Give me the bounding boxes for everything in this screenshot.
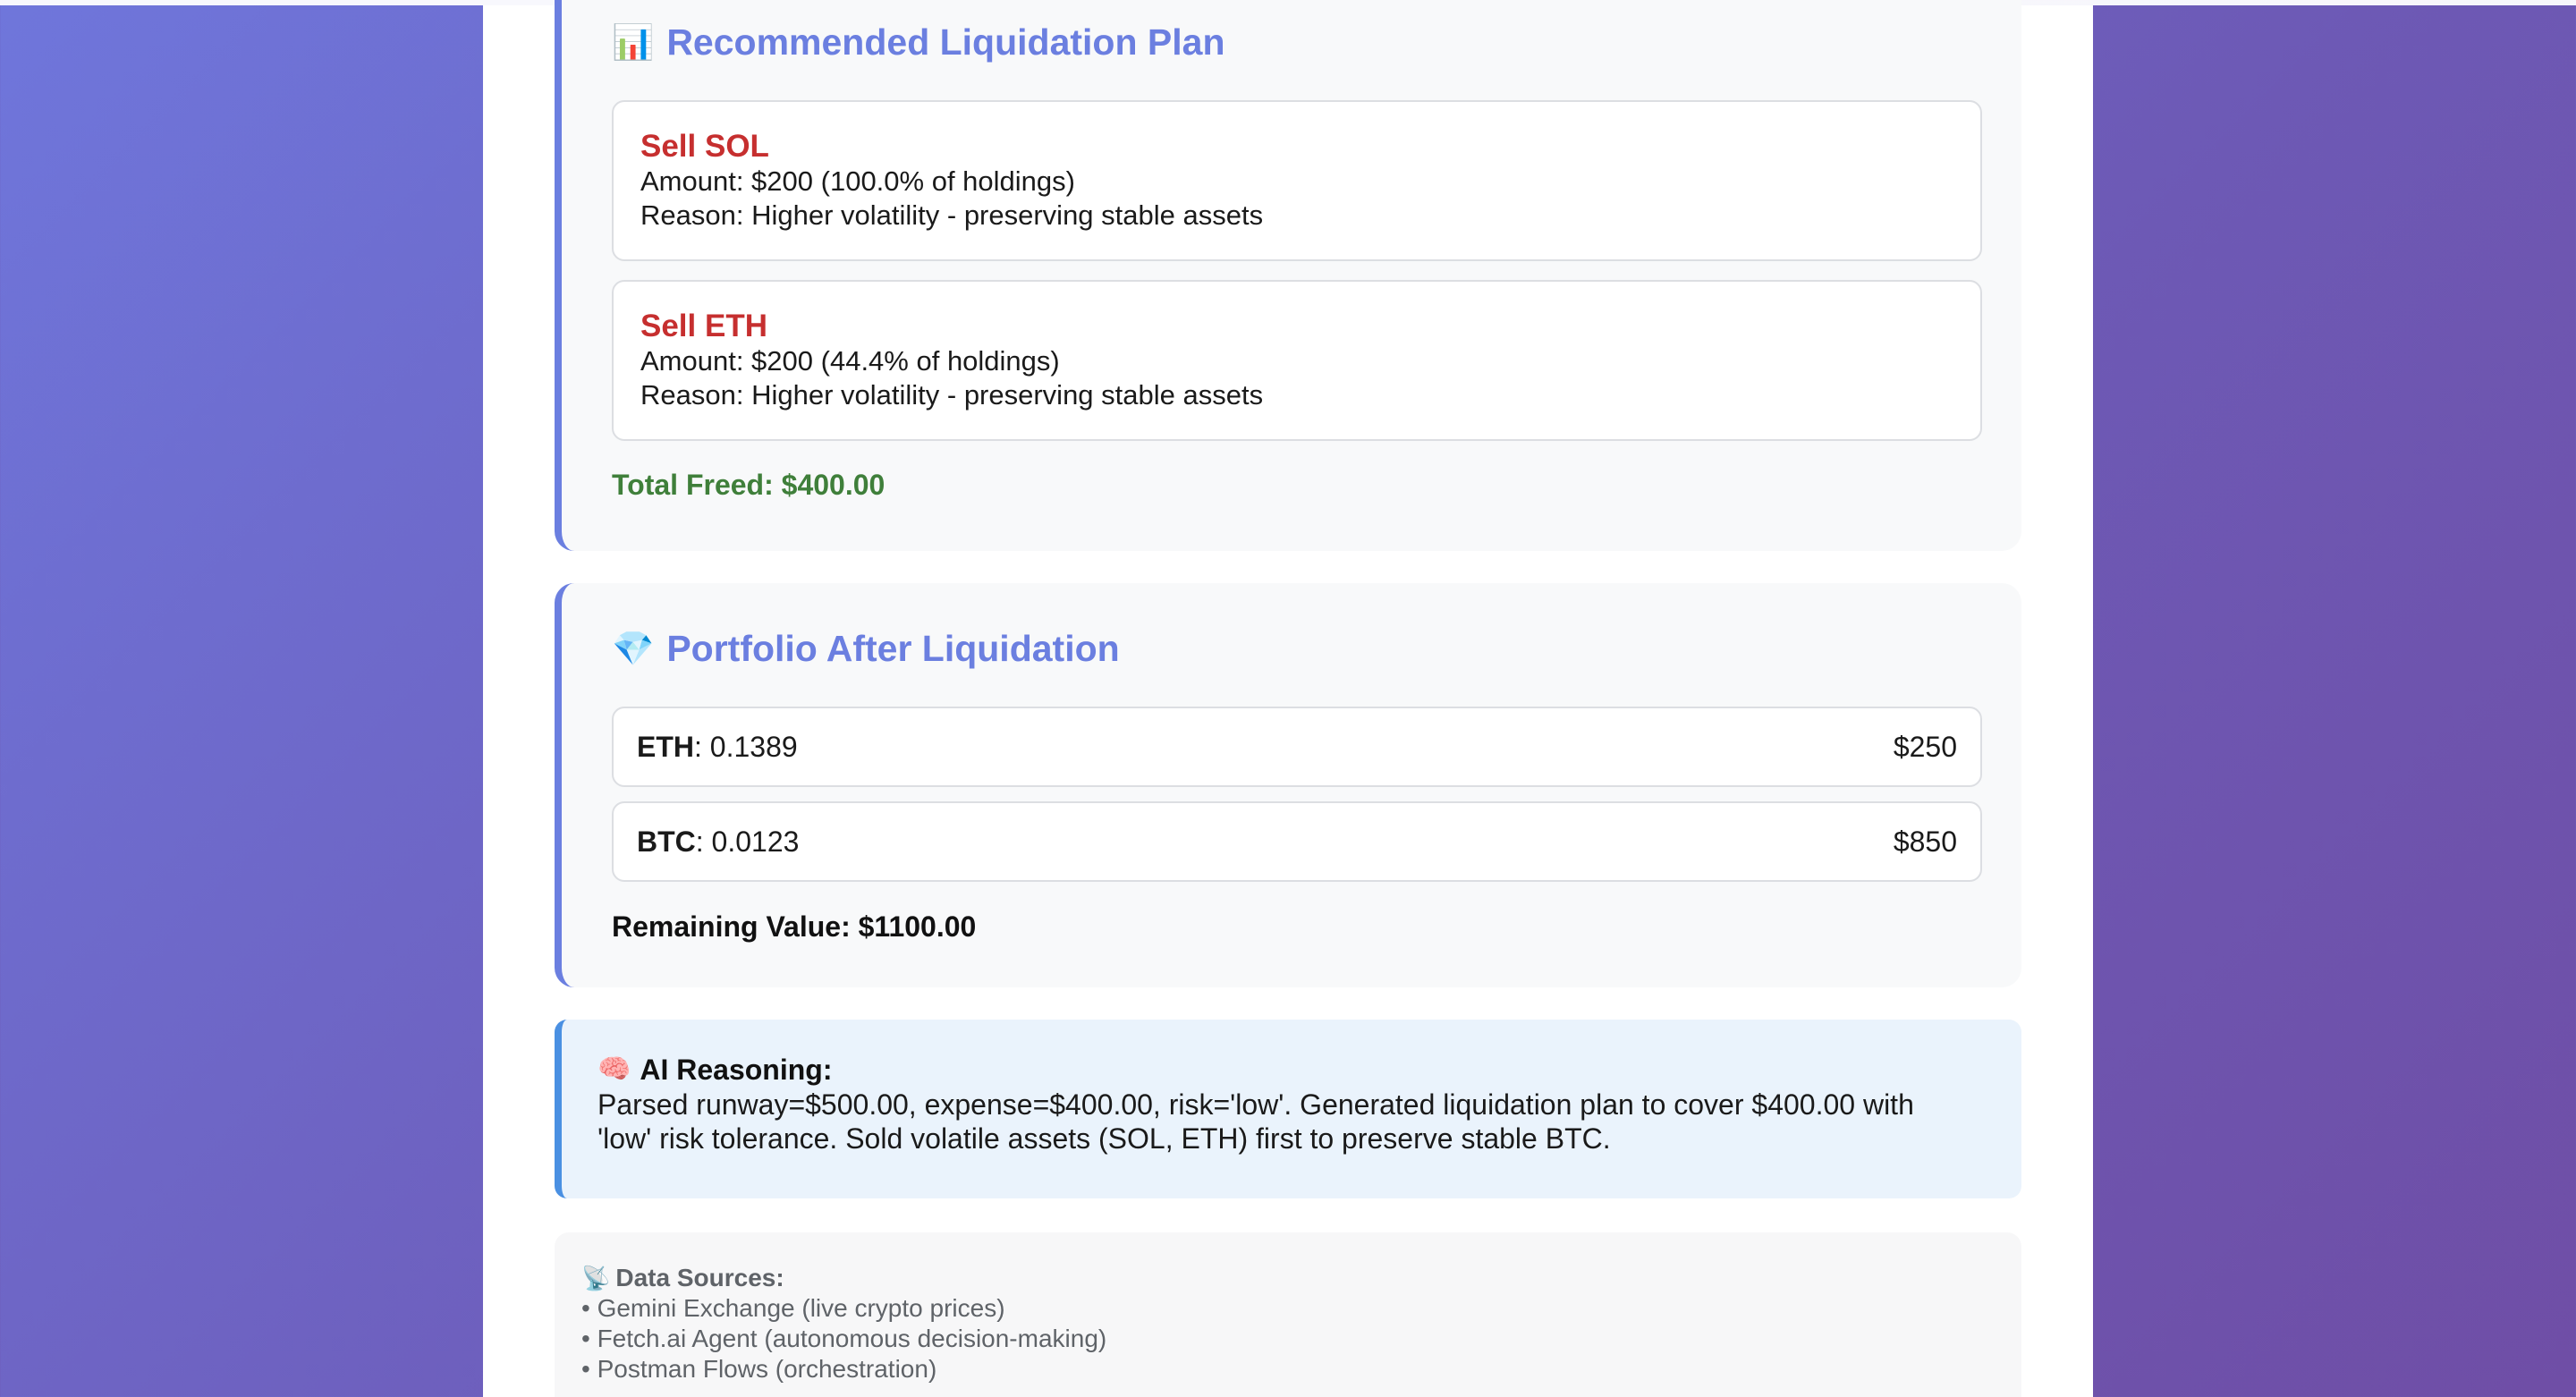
data-source-item: • Gemini Exchange (live crypto prices) bbox=[581, 1294, 1005, 1322]
holding-row-btc: BTC: 0.0123 $850 bbox=[612, 801, 1982, 882]
holding-label: ETH: 0.1389 bbox=[637, 731, 798, 764]
total-freed: Total Freed: $400.00 bbox=[612, 469, 886, 501]
portfolio-after-title-text: Portfolio After Liquidation bbox=[666, 628, 1120, 669]
sell-item-sol: Sell SOL Amount: $200 (100.0% of holding… bbox=[612, 100, 1982, 261]
holding-quantity: : 0.1389 bbox=[694, 730, 798, 763]
data-sources-heading-text: Data Sources: bbox=[615, 1264, 784, 1291]
sell-item-reason: Reason: Higher volatility - preserving s… bbox=[640, 199, 1264, 231]
portfolio-after-title: 💎 Portfolio After Liquidation bbox=[612, 628, 1120, 670]
bar-chart-icon: 📊 bbox=[612, 23, 655, 62]
ai-reasoning-card: 🧠 AI Reasoning: Parsed runway=$500.00, e… bbox=[555, 1020, 2021, 1198]
sell-item-title: Sell SOL bbox=[640, 129, 769, 164]
liquidation-plan-title: 📊 Recommended Liquidation Plan bbox=[612, 21, 1225, 64]
holding-value: $250 bbox=[1893, 730, 1957, 763]
holding-asset: BTC bbox=[637, 825, 696, 858]
holding-value: $850 bbox=[1893, 825, 1957, 858]
remaining-value: Remaining Value: $1100.00 bbox=[612, 910, 977, 943]
sell-item-amount: Amount: $200 (44.4% of holdings) bbox=[640, 345, 1060, 377]
sell-item-eth: Sell ETH Amount: $200 (44.4% of holdings… bbox=[612, 280, 1982, 441]
ai-reasoning-heading: 🧠 AI Reasoning: bbox=[597, 1052, 1986, 1088]
holding-quantity: : 0.0123 bbox=[695, 825, 800, 858]
ai-reasoning-line-2: 'low' risk tolerance. Sold volatile asse… bbox=[597, 1122, 1611, 1155]
sell-item-amount: Amount: $200 (100.0% of holdings) bbox=[640, 165, 1075, 197]
holding-label: BTC: 0.0123 bbox=[637, 826, 799, 859]
sell-item-title: Sell ETH bbox=[640, 309, 767, 343]
holding-asset: ETH bbox=[637, 730, 694, 763]
data-sources-card: 📡 Data Sources: • Gemini Exchange (live … bbox=[555, 1232, 2021, 1397]
data-sources-heading: 📡 Data Sources: bbox=[581, 1263, 1995, 1293]
sell-item-reason: Reason: Higher volatility - preserving s… bbox=[640, 379, 1264, 411]
portfolio-after-card: 💎 Portfolio After Liquidation ETH: 0.138… bbox=[555, 583, 2021, 987]
brain-icon: 🧠 bbox=[597, 1054, 631, 1084]
liquidation-plan-title-text: Recommended Liquidation Plan bbox=[666, 21, 1225, 63]
liquidation-plan-card: 📊 Recommended Liquidation Plan Sell SOL … bbox=[555, 0, 2021, 551]
gem-icon: 💎 bbox=[612, 630, 655, 668]
holding-row-eth: ETH: 0.1389 $250 bbox=[612, 707, 1982, 787]
main-container: 📊 Recommended Liquidation Plan Sell SOL … bbox=[483, 0, 2093, 1397]
satellite-dish-icon: 📡 bbox=[581, 1265, 611, 1291]
data-source-item: • Postman Flows (orchestration) bbox=[581, 1355, 937, 1383]
ai-reasoning-heading-text: AI Reasoning: bbox=[640, 1054, 833, 1086]
ai-reasoning-line-1: Parsed runway=$500.00, expense=$400.00, … bbox=[597, 1088, 1914, 1121]
data-source-item: • Fetch.ai Agent (autonomous decision-ma… bbox=[581, 1325, 1107, 1352]
